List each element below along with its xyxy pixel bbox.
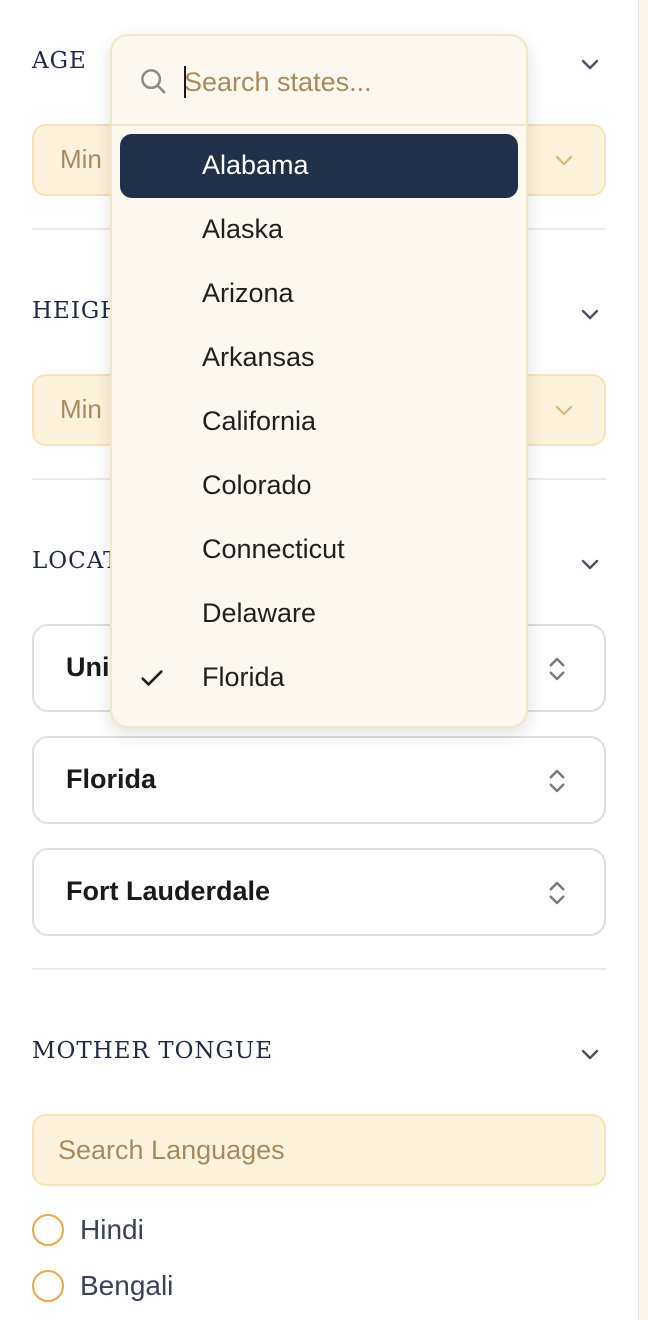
state-option-label: Delaware [202,598,317,628]
state-option-label: Alabama [202,150,309,180]
state-option-label: Connecticut [202,534,345,564]
location-section-title: LOCAT [32,548,120,574]
language-search-input[interactable] [58,1130,578,1170]
chevron-down-icon[interactable] [578,52,602,76]
search-icon [141,69,166,94]
check-icon [141,670,163,686]
state-search-input[interactable] [184,62,504,102]
language-label: Hindi [80,1214,144,1245]
chevron-down-icon[interactable] [578,1042,602,1066]
age-min-label: Min [60,144,102,174]
state-option-california[interactable]: California [120,390,518,454]
chevron-down-icon [555,155,573,166]
city-value: Fort Lauderdale [66,876,271,906]
state-dropdown: Alabama Alaska Arizona Arkansas Californ… [110,34,528,728]
language-search [32,1114,606,1186]
up-down-chevron-icon [549,769,565,793]
chevron-down-icon[interactable] [578,552,602,576]
state-option-label: Arkansas [202,342,315,372]
language-label: Bengali [80,1270,174,1301]
up-down-chevron-icon [549,657,565,681]
state-select[interactable]: Florida [32,736,606,824]
age-section-title: AGE [32,48,87,74]
state-option-label: California [202,406,317,436]
radio-button[interactable] [32,1214,64,1246]
state-option-alaska[interactable]: Alaska [120,198,518,262]
state-option-arizona[interactable]: Arizona [120,262,518,326]
state-option-connecticut[interactable]: Connecticut [120,518,518,582]
scrollbar-track[interactable] [638,0,648,1320]
state-option-label: Arizona [202,278,294,308]
radio-button[interactable] [32,1270,64,1302]
state-option-label: Alaska [202,214,284,244]
state-option-label: Florida [202,662,285,692]
height-section-title: HEIGH [32,298,122,324]
state-option-label: Colorado [202,470,312,500]
state-option-colorado[interactable]: Colorado [120,454,518,518]
state-option-arkansas[interactable]: Arkansas [120,326,518,390]
state-option-alabama[interactable]: Alabama [120,134,518,198]
state-option-delaware[interactable]: Delaware [120,582,518,646]
city-select[interactable]: Fort Lauderdale [32,848,606,936]
state-option-florida[interactable]: Florida [120,646,518,710]
up-down-chevron-icon [549,881,565,905]
divider [32,968,606,970]
chevron-down-icon[interactable] [578,302,602,326]
height-min-label: Min [60,394,102,424]
text-cursor [184,66,186,98]
chevron-down-icon [555,405,573,416]
mother-tongue-section-title: MOTHER TONGUE [32,1038,274,1064]
country-value: Uni [66,652,110,682]
state-value: Florida [66,764,157,794]
state-search-bar [112,36,526,126]
